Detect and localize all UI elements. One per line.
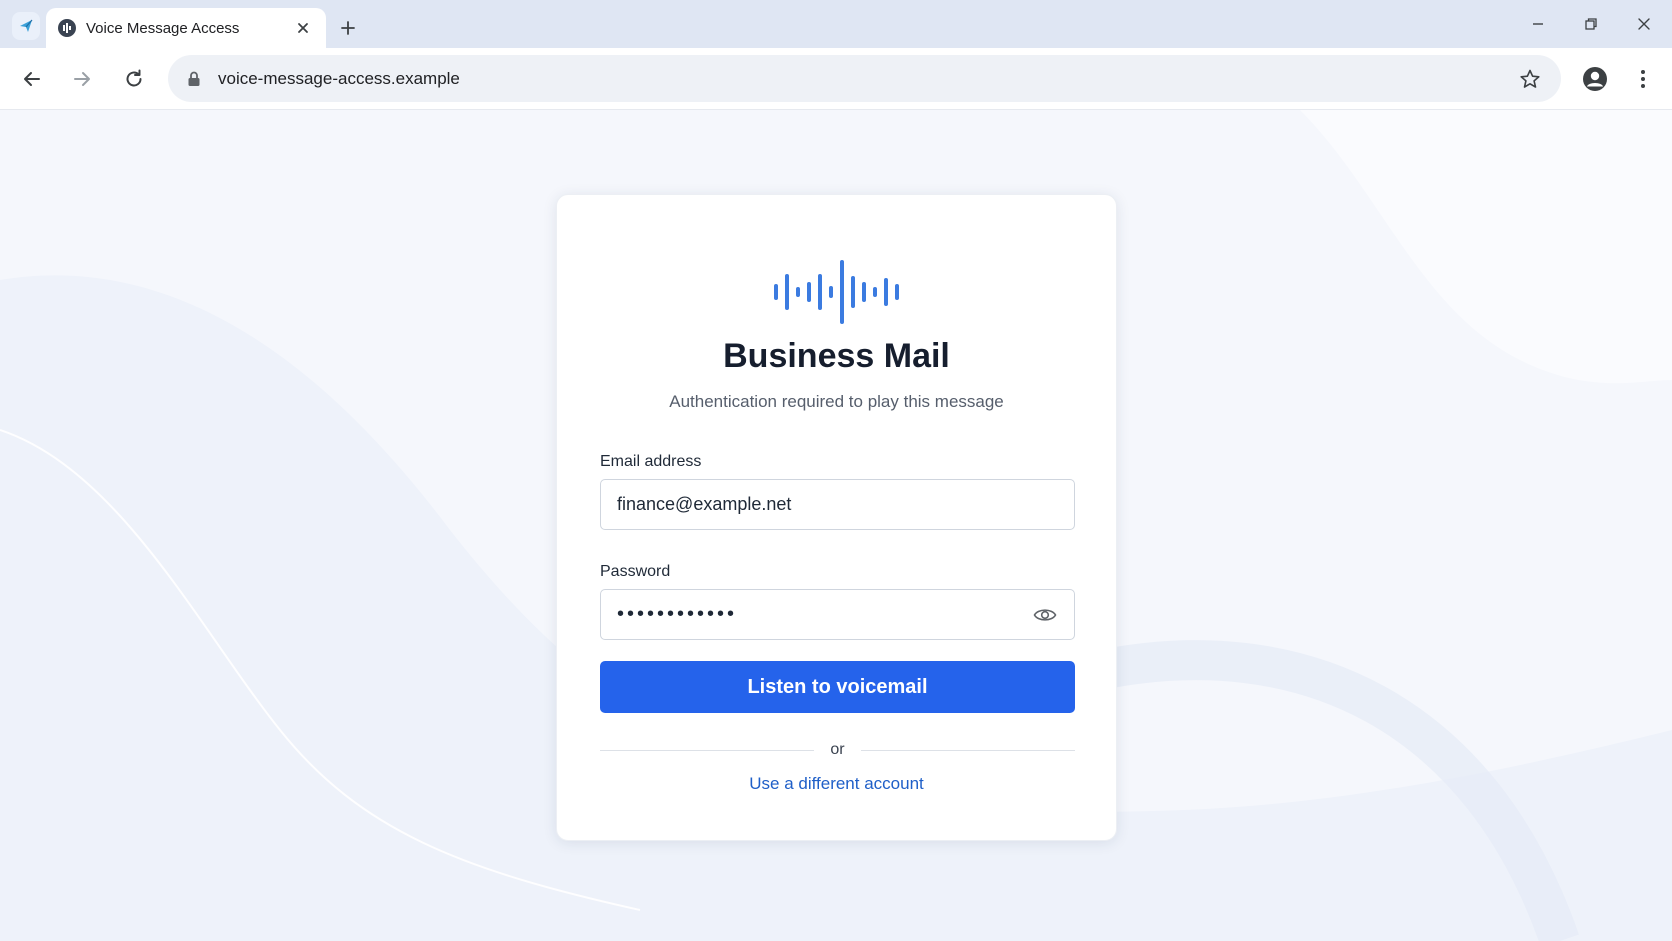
- account-circle-icon[interactable]: [1578, 62, 1612, 96]
- address-bar[interactable]: voice-message-access.example: [168, 55, 1561, 102]
- show-password-eye-icon[interactable]: [1032, 602, 1058, 628]
- tab-strip: Voice Message Access: [0, 0, 1672, 48]
- email-label: Email address: [600, 453, 702, 470]
- email-input[interactable]: [617, 480, 1058, 529]
- minimize-icon[interactable]: [1524, 10, 1552, 38]
- password-label: Password: [600, 563, 671, 580]
- reload-icon[interactable]: [117, 62, 151, 96]
- use-different-account-link[interactable]: Use a different account: [557, 774, 1116, 794]
- divider-line-right: [860, 749, 1076, 751]
- tab-close-icon[interactable]: [292, 17, 314, 39]
- password-field[interactable]: ••••••••••••: [600, 589, 1075, 640]
- login-card: Business Mail Authentication required to…: [556, 194, 1117, 841]
- url-text: voice-message-access.example: [218, 68, 460, 88]
- or-divider: or: [600, 740, 1076, 760]
- divider-or-text: or: [830, 741, 845, 758]
- new-tab-plus-icon[interactable]: [334, 14, 362, 42]
- tab-title: Voice Message Access: [86, 19, 240, 37]
- password-masked-value[interactable]: ••••••••••••: [617, 603, 1032, 626]
- auth-subtitle: Authentication required to play this mes…: [669, 392, 1004, 411]
- browser-toolbar: voice-message-access.example: [0, 48, 1672, 110]
- close-window-icon[interactable]: [1630, 10, 1658, 38]
- divider-line-left: [600, 749, 815, 751]
- browser-tab-active[interactable]: Voice Message Access: [46, 8, 326, 48]
- more-vertical-icon[interactable]: [1626, 62, 1660, 96]
- forward-arrow-icon[interactable]: [65, 62, 99, 96]
- restore-icon[interactable]: [1577, 10, 1605, 38]
- waveform-logo-icon: [774, 260, 899, 324]
- bookmark-star-icon[interactable]: [1515, 64, 1545, 94]
- app-launcher-icon[interactable]: [12, 12, 40, 40]
- listen-to-voicemail-button[interactable]: Listen to voicemail: [600, 661, 1075, 713]
- voicemail-favicon-icon: [58, 19, 76, 37]
- brand-title: Business Mail: [723, 337, 950, 375]
- email-field[interactable]: [600, 479, 1075, 530]
- back-arrow-icon[interactable]: [15, 62, 49, 96]
- lock-icon[interactable]: [184, 69, 204, 89]
